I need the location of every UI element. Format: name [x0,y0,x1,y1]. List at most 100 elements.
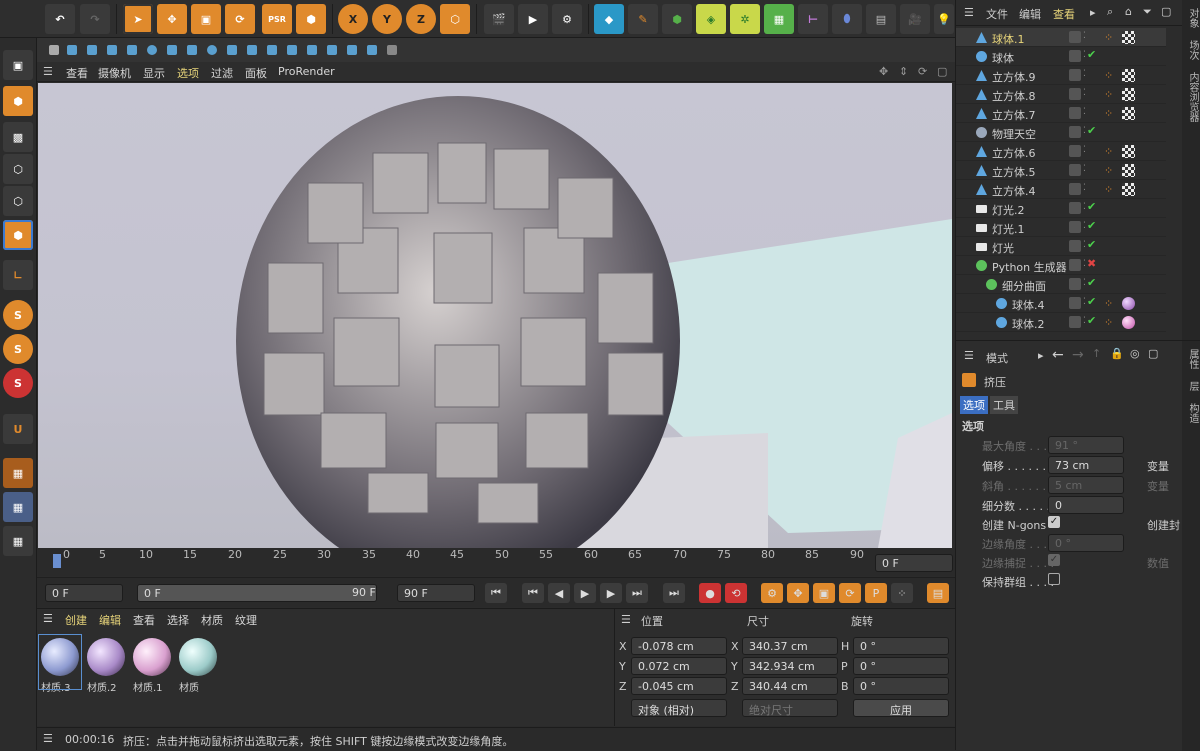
layer-icon[interactable] [1069,88,1081,100]
size-mode-select[interactable]: 绝对尺寸 [742,699,838,717]
key-scale-icon[interactable]: ▣ [813,583,835,603]
object-row[interactable]: 细分曲面 ⁚ ✔ [956,275,1166,294]
range-start-field[interactable]: 0 F [137,584,377,602]
end-frame-field[interactable]: 90 F [397,584,475,602]
om-menu-view[interactable]: 查看 [1053,6,1075,22]
light-icon[interactable]: 💡 [934,4,954,34]
mat-menu-edit[interactable]: 编辑 [99,612,121,628]
texture-tag-icon[interactable] [1122,145,1135,158]
select-icon[interactable]: ➤ [123,4,153,34]
psr-icon[interactable]: PSR [262,4,292,34]
create-ngons-checkbox[interactable]: ✓ [1048,516,1060,528]
visibility-dots-icon[interactable]: ⁚ [1083,278,1086,288]
floor-icon[interactable]: ⬮ [832,4,862,34]
side-tab-attributes[interactable]: 属性 [1185,349,1200,369]
key-param-icon[interactable]: P [865,583,887,603]
visibility-dots-icon[interactable]: ⁚ [1083,88,1086,98]
visibility-dots-icon[interactable]: ⁚ [1083,50,1086,60]
layer-icon[interactable] [1069,69,1081,81]
bevel-field[interactable]: 5 cm [1048,476,1124,494]
edge-angle-field[interactable]: 0 ° [1048,534,1124,552]
filter-icon[interactable]: ⏷ [1143,5,1152,19]
cylinder-small-icon[interactable] [107,45,117,55]
pen-icon[interactable]: ✎ [628,4,658,34]
point-mode-icon[interactable]: ⬡ [3,154,33,184]
mat-menu-create[interactable]: 创建 [65,612,87,628]
move-view-icon[interactable]: ✥ [879,65,888,78]
autokey-icon[interactable]: ⟲ [725,583,747,603]
mograph-tag-icon[interactable]: ⁘ [1104,183,1117,196]
play-icon[interactable]: ▶ [574,583,596,603]
lock-workplane-icon[interactable]: ▦ [3,492,33,522]
size-y-field[interactable]: 342.934 cm [742,657,838,675]
hamburger-icon[interactable]: ☰ [43,65,53,78]
new-view-icon[interactable]: ▢ [1161,5,1171,18]
object-row[interactable]: 立方体.4 ⁚ ⁘ [956,180,1166,199]
visibility-dots-icon[interactable]: ⁚ [1083,316,1086,326]
render-view-icon[interactable]: 🎬 [484,4,514,34]
visibility-dots-icon[interactable]: ⁚ [1083,202,1086,212]
layer-icon[interactable] [1069,278,1081,290]
make-editable-icon[interactable]: ▣ [3,50,33,80]
side-tab-browser[interactable]: 内容浏览器 [1185,72,1200,122]
workplane-grid-icon[interactable]: ▦ [3,526,33,556]
box-deformer-icon[interactable]: ◈ [696,4,726,34]
mograph-tag-icon[interactable]: ⁘ [1104,107,1117,120]
sphere-small-icon[interactable] [147,45,157,55]
next-key-icon[interactable]: ⏭ [626,583,648,603]
object-row[interactable]: 立方体.9 ⁚ ⁘ [956,66,1166,85]
hamburger-icon[interactable]: ☰ [43,612,53,625]
layer-icon[interactable] [1069,259,1081,271]
object-row[interactable]: 立方体.8 ⁚ ⁘ [956,85,1166,104]
subdivision-icon[interactable]: ⬢ [662,4,692,34]
pos-z-field[interactable]: -0.045 cm [631,677,727,695]
cube-small-icon[interactable] [67,45,77,55]
disc-small-icon[interactable] [127,45,137,55]
subdivision-field[interactable]: 0 [1048,496,1124,514]
visibility-dots-icon[interactable]: ⁚ [1083,259,1086,269]
visibility-dots-icon[interactable]: ⁚ [1083,240,1086,250]
texture-mode-icon[interactable]: ▩ [3,122,33,152]
layer-icon[interactable] [1069,145,1081,157]
line-small-icon[interactable] [387,45,397,55]
new-manager-icon[interactable]: ▢ [1148,347,1158,360]
object-row[interactable]: 球体.2 ⁚ ✔ ⁘ [956,313,1166,332]
edge-snap-checkbox[interactable]: ✓ [1048,554,1060,566]
layer-icon[interactable] [1069,31,1081,43]
axis-x-icon[interactable]: X [338,4,368,34]
size-z-field[interactable]: 340.44 cm [742,677,838,695]
texture-tag-icon[interactable] [1122,88,1135,101]
material-swatch[interactable]: 材质.3 [38,634,82,694]
om-menu-edit[interactable]: 编辑 [1019,6,1041,22]
rot-h-field[interactable]: 0 ° [853,637,949,655]
visibility-dots-icon[interactable]: ⁚ [1083,221,1086,231]
pos-x-field[interactable]: -0.078 cm [631,637,727,655]
hamburger-icon[interactable]: ☰ [964,349,974,362]
visibility-dots-icon[interactable]: ⁚ [1083,164,1086,174]
undo-icon[interactable]: ↶ [45,4,75,34]
max-angle-field[interactable]: 91 ° [1048,436,1124,454]
landscape-small-icon[interactable] [347,45,357,55]
maximize-view-icon[interactable]: ▢ [937,65,947,78]
cloner-icon[interactable]: ▦ [764,4,794,34]
visibility-dots-icon[interactable]: ⁚ [1083,107,1086,117]
grid-icon[interactable]: ▤ [866,4,896,34]
up-icon[interactable]: ↑ [1092,347,1101,360]
material-tag-icon[interactable] [1122,297,1135,310]
pyramid-small-icon[interactable] [287,45,297,55]
enabled-check-icon[interactable]: ✔ [1087,124,1096,137]
preserve-groups-checkbox[interactable] [1048,573,1060,585]
rotate-icon[interactable]: ⟳ [225,4,255,34]
goto-start-icon[interactable]: ⏮ [485,583,507,603]
texture-tag-icon[interactable] [1122,69,1135,82]
home-icon[interactable]: ⌂ [1125,5,1132,18]
figure-small-icon[interactable] [327,45,337,55]
enabled-check-icon[interactable]: ✔ [1087,314,1096,327]
mat-menu-texture[interactable]: 纹理 [235,612,257,628]
keyframe-selection-icon[interactable]: ⚙ [761,583,783,603]
material-tag-icon[interactable] [1122,316,1135,329]
object-row[interactable]: 球体 ⁚ ✔ [956,47,1166,66]
target-icon[interactable]: ◎ [1130,347,1140,360]
enabled-check-icon[interactable]: ✔ [1087,238,1096,251]
coord-mode-select[interactable]: 对象 (相对) [631,699,727,717]
